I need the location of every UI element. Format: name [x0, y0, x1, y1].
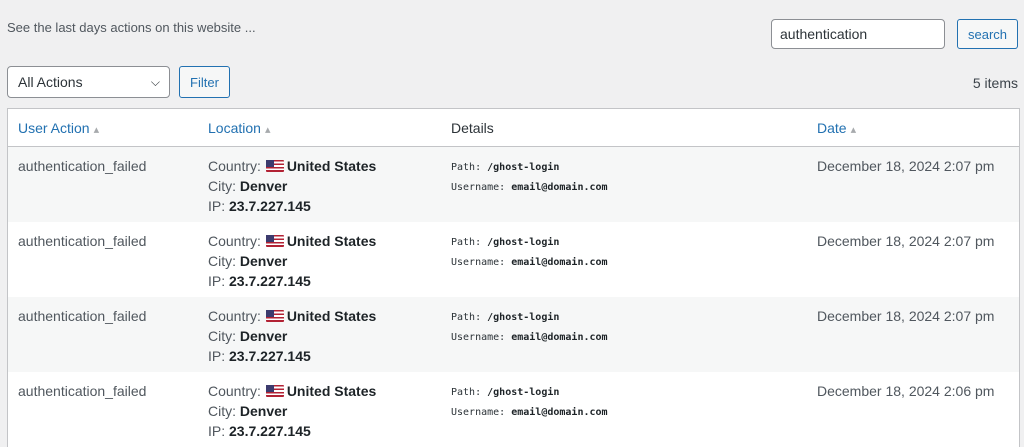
path-label: Path:	[451, 387, 482, 398]
table-row: authentication_failed Country: United St…	[8, 372, 1019, 447]
city-value: Denver	[239, 253, 288, 269]
details-cell: Path: /ghost-login Username: email@domai…	[451, 308, 608, 348]
country-value: United States	[286, 233, 377, 249]
ip-value: 23.7.227.145	[229, 348, 311, 364]
column-label: User Action	[18, 120, 90, 136]
action-cell: authentication_failed	[18, 233, 147, 249]
country-label: Country:	[208, 158, 261, 174]
country-value: United States	[286, 158, 377, 174]
table-row: authentication_failed Country: United St…	[8, 147, 1019, 222]
column-details: Details	[451, 120, 494, 136]
path-label: Path:	[451, 312, 482, 323]
column-label: Details	[451, 120, 494, 136]
date-cell: December 18, 2024 2:06 pm	[817, 383, 995, 399]
country-label: Country:	[208, 233, 261, 249]
city-value: Denver	[239, 403, 288, 419]
city-label: City:	[208, 403, 236, 419]
actions-table: User Action ▴︎ Location ▴︎ Details Date ▴︎ …	[7, 108, 1020, 447]
items-count: 5 items	[972, 75, 1018, 91]
filter-button[interactable]: Filter	[179, 66, 230, 98]
username-label: Username:	[451, 257, 506, 268]
action-cell: authentication_failed	[18, 158, 147, 174]
column-label: Location	[208, 120, 261, 136]
table-header: User Action ▴︎ Location ▴︎ Details Date ▴︎	[8, 109, 1019, 147]
country-label: Country:	[208, 383, 261, 399]
location-cell: Country: United States City: Denver IP: …	[208, 381, 376, 441]
action-filter-selected: All Actions	[18, 74, 83, 90]
path-value: /ghost-login	[487, 387, 560, 398]
details-cell: Path: /ghost-login Username: email@domai…	[451, 233, 608, 273]
column-label: Date	[817, 120, 847, 136]
search-button[interactable]: search	[957, 19, 1018, 49]
path-value: /ghost-login	[487, 162, 560, 173]
date-cell: December 18, 2024 2:07 pm	[817, 308, 995, 324]
ip-value: 23.7.227.145	[229, 273, 311, 289]
username-label: Username:	[451, 407, 506, 418]
search-input[interactable]	[771, 19, 945, 49]
location-cell: Country: United States City: Denver IP: …	[208, 231, 376, 291]
country-label: Country:	[208, 308, 261, 324]
city-label: City:	[208, 328, 236, 344]
us-flag-icon	[265, 235, 284, 247]
chevron-down-icon: ⌵	[150, 75, 160, 89]
intro-text: See the last days actions on this websit…	[7, 20, 256, 35]
action-filter-select[interactable]: All Actions ⌵	[7, 66, 170, 98]
table-row: authentication_failed Country: United St…	[8, 222, 1019, 297]
sort-icon: ▴︎	[264, 124, 271, 136]
ip-value: 23.7.227.145	[229, 423, 311, 439]
details-cell: Path: /ghost-login Username: email@domai…	[451, 383, 608, 423]
username-value: email@domain.com	[511, 332, 608, 343]
table-row: authentication_failed Country: United St…	[8, 297, 1019, 372]
date-cell: December 18, 2024 2:07 pm	[817, 158, 995, 174]
city-label: City:	[208, 253, 236, 269]
city-value: Denver	[239, 328, 288, 344]
path-label: Path:	[451, 162, 482, 173]
column-date[interactable]: Date ▴︎	[817, 120, 856, 136]
sort-icon: ▴︎	[93, 124, 100, 136]
path-label: Path:	[451, 237, 482, 248]
username-value: email@domain.com	[511, 257, 608, 268]
city-label: City:	[208, 178, 236, 194]
path-value: /ghost-login	[487, 237, 560, 248]
ip-value: 23.7.227.145	[229, 198, 311, 214]
details-cell: Path: /ghost-login Username: email@domai…	[451, 158, 608, 198]
date-cell: December 18, 2024 2:07 pm	[817, 233, 995, 249]
username-label: Username:	[451, 182, 506, 193]
sort-icon: ▴︎	[850, 124, 857, 136]
ip-label: IP:	[208, 273, 226, 289]
action-cell: authentication_failed	[18, 383, 147, 399]
location-cell: Country: United States City: Denver IP: …	[208, 156, 376, 216]
city-value: Denver	[239, 178, 288, 194]
ip-label: IP:	[208, 348, 226, 364]
action-cell: authentication_failed	[18, 308, 147, 324]
column-location[interactable]: Location ▴︎	[208, 120, 270, 136]
us-flag-icon	[265, 160, 284, 172]
username-value: email@domain.com	[511, 407, 608, 418]
ip-label: IP:	[208, 423, 226, 439]
us-flag-icon	[265, 385, 284, 397]
ip-label: IP:	[208, 198, 226, 214]
username-value: email@domain.com	[511, 182, 608, 193]
location-cell: Country: United States City: Denver IP: …	[208, 306, 376, 366]
country-value: United States	[286, 383, 377, 399]
path-value: /ghost-login	[487, 312, 560, 323]
username-label: Username:	[451, 332, 506, 343]
country-value: United States	[286, 308, 377, 324]
us-flag-icon	[265, 310, 284, 322]
column-user-action[interactable]: User Action ▴︎	[18, 120, 99, 136]
